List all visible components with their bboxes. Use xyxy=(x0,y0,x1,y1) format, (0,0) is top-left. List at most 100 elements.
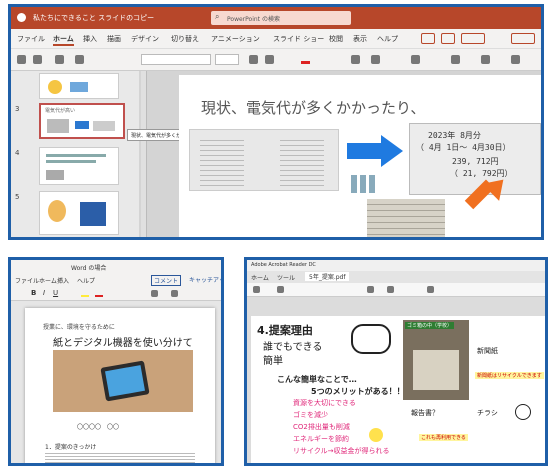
benefit-item: エネルギーを節約 xyxy=(293,435,349,443)
right-arrow-icon-head xyxy=(381,135,403,167)
slide-thumbnail[interactable] xyxy=(39,191,119,235)
bullets-icon[interactable] xyxy=(151,290,158,297)
pdf-title: Adobe Acrobat Reader DC xyxy=(251,262,316,268)
menu-file[interactable]: ファイル xyxy=(15,276,39,285)
photo-label: ゴミ箱の中（学校） xyxy=(405,322,455,329)
layout-icon[interactable] xyxy=(75,55,84,64)
new-slide-icon[interactable] xyxy=(55,55,64,64)
menu-animations[interactable]: アニメーション xyxy=(211,34,260,44)
highlight-icon[interactable] xyxy=(81,291,89,297)
menu-insert[interactable]: 挿入 xyxy=(83,34,97,44)
undo-icon[interactable] xyxy=(17,55,26,64)
pdf-title-bar: Adobe Acrobat Reader DC xyxy=(247,260,545,271)
menu-home[interactable]: ホーム xyxy=(53,34,74,46)
note-newspaper: 新聞紙はリサイクルできます xyxy=(475,372,544,379)
catchup-button[interactable]: キャッチアップ xyxy=(189,275,221,284)
printout-column xyxy=(200,136,244,186)
acrobat-window: Adobe Acrobat Reader DC ホーム ツール 5年_提案.pd… xyxy=(244,257,548,466)
label-newspaper: 新聞紙 xyxy=(477,347,498,355)
smiley-icon xyxy=(515,404,531,420)
thumb-illustration xyxy=(80,202,106,226)
thumb-illustration xyxy=(93,121,115,131)
menu-design[interactable]: デザイン xyxy=(131,34,159,44)
bill-line: （ 21, 792円） xyxy=(450,169,513,178)
bold-icon[interactable] xyxy=(265,55,274,64)
font-color-icon[interactable] xyxy=(301,55,310,64)
pen-icon[interactable] xyxy=(427,286,434,293)
slide-canvas[interactable]: 現状、電気代が多くかかったり、 2023年 8月分 （ 4月 1日〜 4月30日… xyxy=(179,75,541,237)
word-window: Word の場合 ファイル ホーム 挿入 ヘルプ コメント キャッチアップ B … xyxy=(8,257,224,466)
font-size-field[interactable] xyxy=(215,54,239,65)
underline-icon[interactable]: U xyxy=(53,289,58,297)
thumb-illustration xyxy=(47,119,69,133)
slide-thumbnail-selected[interactable]: 電気代が高い xyxy=(39,103,125,139)
label-flyer: チラシ xyxy=(477,409,498,417)
menu-file[interactable]: ファイル xyxy=(17,34,45,44)
pdf-toolbar xyxy=(247,283,545,297)
slide-number: 5 xyxy=(15,193,20,201)
tab-tools[interactable]: ツール xyxy=(277,273,295,282)
ppt-file-title: 私たちにできること スライドのコピー xyxy=(33,14,155,22)
print-icon[interactable] xyxy=(277,286,284,293)
benefit-item: ゴミを減少 xyxy=(293,411,328,419)
right-arrow-icon xyxy=(347,143,381,159)
edit-icon[interactable] xyxy=(441,33,455,44)
menu-help[interactable]: ヘルプ xyxy=(77,276,95,285)
note-reuse: これも再利用できる xyxy=(419,434,468,441)
comment-icon[interactable] xyxy=(421,33,435,44)
ppt-ribbon xyxy=(11,49,541,71)
account-icon[interactable] xyxy=(511,33,535,44)
word-menu-bar: ファイル ホーム 挿入 ヘルプ コメント キャッチアップ xyxy=(11,273,221,287)
appliance-icons xyxy=(351,175,377,193)
designer-icon[interactable] xyxy=(481,55,490,64)
search-icon: ⌕ xyxy=(215,12,220,21)
menu-home[interactable]: ホーム xyxy=(39,276,57,285)
scissors-icon xyxy=(351,324,391,354)
menu-draw[interactable]: 描画 xyxy=(107,34,121,44)
slide-thumbnail[interactable] xyxy=(39,147,119,185)
zoom-icon[interactable] xyxy=(367,286,374,293)
bill-image: 2023年 8月分 （ 4月 1日〜 4月30日） 239, 712円 （ 21… xyxy=(409,123,541,195)
slide-thumbnail[interactable] xyxy=(39,73,119,99)
benefit-item: 資源を大切にできる xyxy=(293,399,356,407)
pdf-page[interactable]: 4.提案理由 誰でもできる 簡単 こんな簡単なことで… 5つのメリットがある！！… xyxy=(251,316,545,463)
font-color-icon[interactable] xyxy=(95,291,103,297)
tab-document[interactable]: 5年_提案.pdf xyxy=(305,272,350,281)
menu-insert[interactable]: 挿入 xyxy=(57,276,69,285)
word-document-page[interactable]: 授業に、環境を守るために 紙とデジタル機器を使い分けて 〇〇〇〇 〇〇 1．提案… xyxy=(25,308,215,463)
tab-home[interactable]: ホーム xyxy=(251,273,269,282)
font-name-field[interactable] xyxy=(141,54,211,65)
menu-review[interactable]: 校閲 xyxy=(329,34,343,44)
bullets-icon[interactable] xyxy=(351,55,360,64)
shapes-icon[interactable] xyxy=(411,55,420,64)
word-title: Word の場合 xyxy=(71,265,107,272)
bill-line: 239, 712円 xyxy=(452,157,499,166)
share-icon[interactable] xyxy=(461,33,485,44)
thumb-illustration xyxy=(46,170,64,180)
menu-help[interactable]: ヘルプ xyxy=(377,34,398,44)
ppt-search-box[interactable]: ⌕ PowerPoint の検索 xyxy=(211,11,351,25)
bold-icon[interactable]: B xyxy=(31,289,36,297)
ppt-search-placeholder: PowerPoint の検索 xyxy=(227,16,280,23)
numbering-icon[interactable] xyxy=(171,290,178,297)
promo-subtitle: 5つのメリットがある！！ xyxy=(311,387,405,396)
paste-icon[interactable] xyxy=(33,55,42,64)
menu-view[interactable]: 表示 xyxy=(353,34,367,44)
align-icon[interactable] xyxy=(371,55,380,64)
doc-section-heading: 1．提案のきっかけ xyxy=(45,444,97,451)
tablet-photo xyxy=(53,350,193,412)
star-icon[interactable] xyxy=(253,286,260,293)
thumb-text-line xyxy=(46,160,96,163)
dictate-icon[interactable] xyxy=(511,55,520,64)
money-stack-image xyxy=(367,199,445,237)
find-icon[interactable] xyxy=(451,55,460,64)
italic-icon[interactable]: I xyxy=(43,289,45,297)
menu-transitions[interactable]: 切り替え xyxy=(171,34,199,44)
comment-button[interactable]: コメント xyxy=(151,275,182,286)
font-grow-icon[interactable] xyxy=(249,55,258,64)
doc-body-text xyxy=(45,451,195,463)
menu-slideshow[interactable]: スライド ショー xyxy=(273,34,324,44)
bullet-item: 誰でもできる xyxy=(263,342,323,353)
page-nav-icon[interactable] xyxy=(387,286,394,293)
trash-photo: ゴミ箱の中（学校） xyxy=(403,320,469,400)
